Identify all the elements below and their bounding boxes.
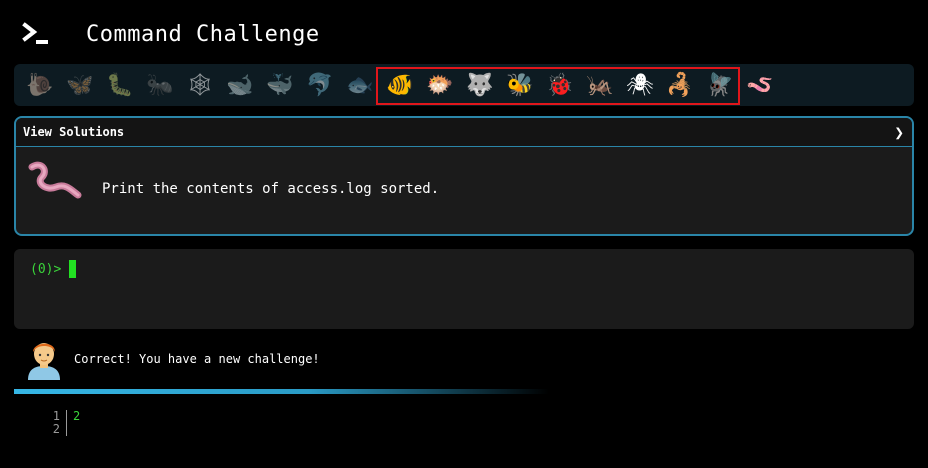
- view-solutions-header[interactable]: View Solutions ❯: [16, 118, 912, 147]
- person-avatar: [26, 338, 62, 380]
- bee-icon[interactable]: 🐝: [500, 67, 540, 103]
- fish-icon[interactable]: 🐟: [340, 67, 380, 103]
- cursor: [69, 260, 77, 278]
- prompt: (0)>: [30, 261, 62, 277]
- tropical-fish-icon[interactable]: 🐠: [380, 67, 420, 103]
- scorpion-icon[interactable]: 🦂: [660, 67, 700, 103]
- line-separator: [66, 410, 67, 423]
- view-solutions-label: View Solutions: [23, 125, 125, 139]
- animal-row: 🐌 🦋 🐛 🐜 🕸 🐋 🐳 🐬 🐟 🐠 🐡 🐺 🐝 🐞 🦗 🕷 🦂 🪰 🪱: [20, 67, 780, 103]
- snail-icon[interactable]: 🐌: [20, 67, 60, 103]
- progress-bar: [14, 389, 549, 394]
- spouting-whale-icon[interactable]: 🐳: [260, 67, 300, 103]
- terminal-icon: [22, 19, 52, 49]
- ladybug-icon[interactable]: 🐞: [540, 67, 580, 103]
- page-title: Command Challenge: [86, 21, 320, 47]
- chevron-right-icon[interactable]: ❯: [894, 123, 904, 142]
- challenge-panel: View Solutions ❯ Print the contents of a…: [14, 116, 914, 236]
- animal-progress-bar: 🐌 🦋 🐛 🐜 🕸 🐋 🐳 🐬 🐟 🐠 🐡 🐺 🐝 🐞 🦗 🕷 🦂 🪰 🪱: [14, 64, 914, 106]
- butterfly-icon[interactable]: 🦋: [60, 67, 100, 103]
- cricket-icon[interactable]: 🦗: [580, 67, 620, 103]
- line-separator: [66, 423, 67, 436]
- line-value: [73, 423, 83, 436]
- line-number: 2: [52, 422, 60, 436]
- challenge-text: Print the contents of access.log sorted.: [102, 181, 440, 197]
- whale-icon[interactable]: 🐋: [220, 67, 260, 103]
- line-value: 2: [73, 409, 81, 423]
- feedback-text: Correct! You have a new challenge!: [74, 352, 320, 366]
- wolf-icon[interactable]: 🐺: [460, 67, 500, 103]
- top-arc-decoration: [24, 0, 64, 15]
- spider-web-icon[interactable]: 🕸: [180, 67, 220, 103]
- ant-icon[interactable]: 🐜: [140, 67, 180, 103]
- prompt-line: (0)>: [30, 260, 77, 278]
- caterpillar-icon[interactable]: 🐛: [100, 67, 140, 103]
- fly-icon[interactable]: 🪰: [700, 67, 740, 103]
- feedback: Correct! You have a new challenge!: [26, 338, 320, 380]
- terminal-input[interactable]: (0)>: [14, 249, 914, 329]
- worm-icon[interactable]: 🪱: [740, 67, 780, 103]
- worm-icon: [28, 161, 84, 205]
- header: Command Challenge: [22, 14, 320, 54]
- output-line: 2: [48, 423, 83, 436]
- command-output: 122: [48, 410, 83, 436]
- page: Command Challenge 🐌 🦋 🐛 🐜 🕸 🐋 🐳 🐬 🐟 🐠 🐡 🐺 🐝 🐞 🦗 🕷 🦂 🪰 🪱 Vi…: [0, 0, 928, 468]
- challenge-body: Print the contents of access.log sorted.: [16, 147, 912, 234]
- spider-icon[interactable]: 🕷: [620, 67, 660, 103]
- dolphin-icon[interactable]: 🐬: [300, 67, 340, 103]
- blowfish-icon[interactable]: 🐡: [420, 67, 460, 103]
